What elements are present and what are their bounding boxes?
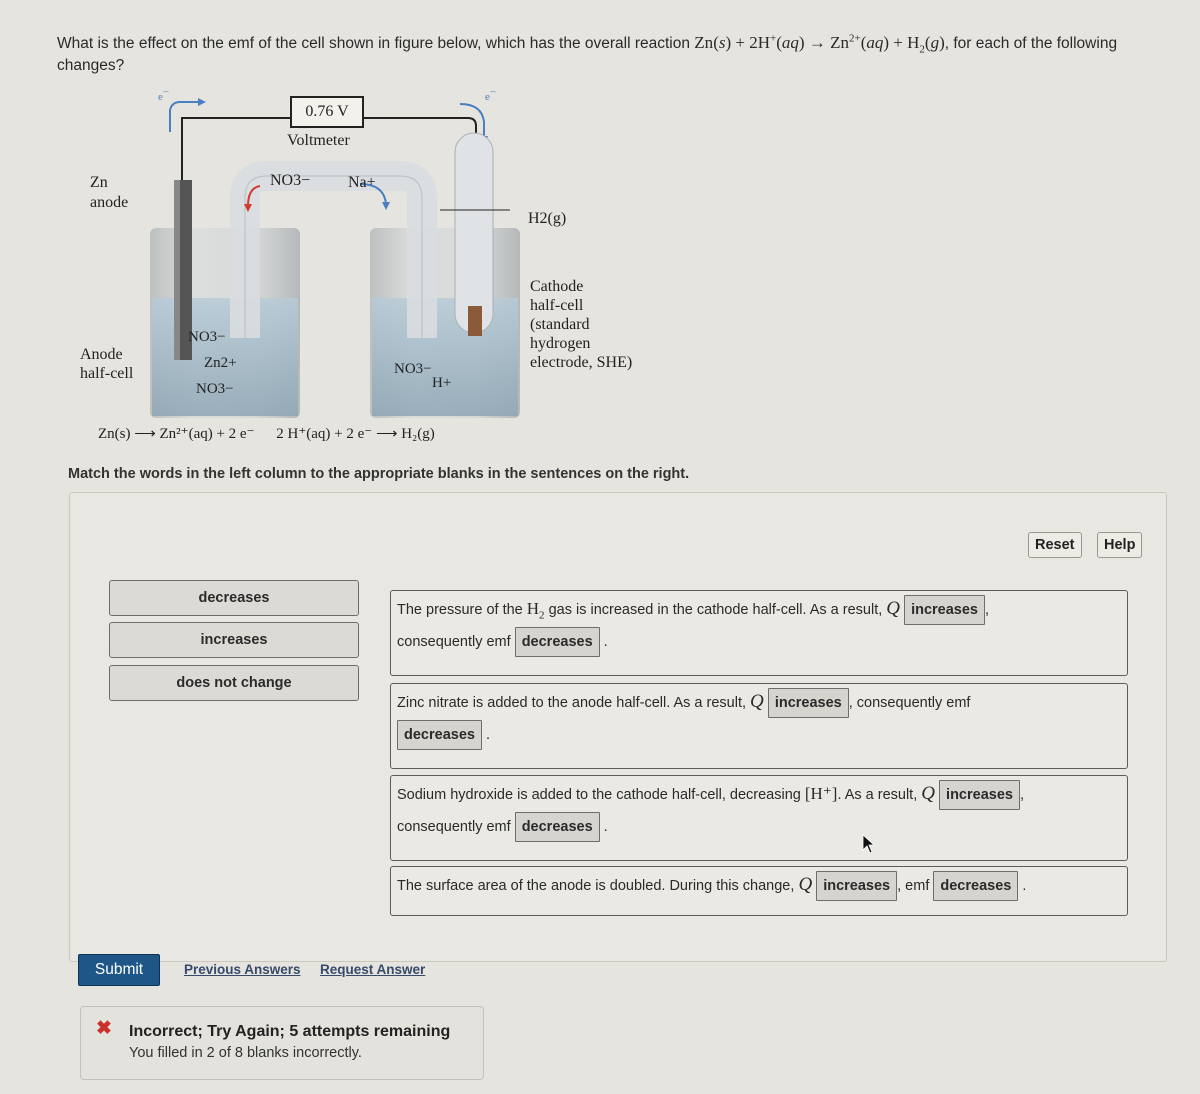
platinum-electrode — [468, 306, 482, 336]
feedback-detail: You filled in 2 of 8 blanks incorrectly. — [129, 1045, 362, 1061]
blank-3-emf[interactable]: decreases — [514, 812, 600, 843]
help-button[interactable]: Help — [1097, 532, 1143, 558]
blank-4-emf[interactable]: decreases — [933, 871, 1019, 902]
blank-3-q[interactable]: increases — [939, 780, 1020, 811]
request-answer-link[interactable]: Request Answer — [320, 962, 425, 977]
feedback-box: ✖ Incorrect; Try Again; 5 attempts remai… — [80, 1006, 484, 1080]
galvanic-cell-figure: 0.76 V Voltmeter e− e− Zn anode NO3− Na+… — [70, 86, 670, 418]
voltmeter-label: Voltmeter — [287, 132, 350, 149]
electron-label-left: e− — [158, 86, 170, 103]
sentence-4: The surface area of the anode is doubled… — [390, 866, 1128, 916]
blank-2-emf[interactable]: decreases — [397, 720, 482, 751]
anode-half-reaction: Zn(s) ⟶ Zn²⁺(aq) + 2 e⁻ — [98, 426, 255, 442]
cathode-half-reaction: 2 H⁺(aq) + 2 e⁻ ⟶ H₂(g) — [276, 426, 435, 442]
question-text: What is the effect on the emf of the cel… — [57, 32, 1177, 77]
word-tile-does-not-change[interactable]: does not change — [109, 665, 359, 701]
zn-label: Zn — [90, 174, 108, 191]
cathode-label-3: (standard — [530, 316, 590, 333]
cathode-label-4: hydrogen — [530, 335, 591, 352]
blank-4-q[interactable]: increases — [816, 871, 898, 902]
cathode-ion-nitrate: NO3− — [394, 361, 432, 377]
voltmeter-reading: 0.76 V — [290, 96, 364, 128]
h2-gas-label: H2(g) — [528, 210, 567, 227]
anode-label: anode — [90, 194, 129, 211]
instruction-text: Match the words in the left column to th… — [68, 466, 690, 482]
electron-label-right: e− — [485, 86, 497, 103]
salt-bridge-anion: NO3− — [270, 172, 311, 189]
cathode-label-5: electrode, SHE) — [530, 354, 633, 371]
blank-2-q[interactable]: increases — [767, 688, 849, 719]
anode-ion-nitrate-2: NO3− — [196, 381, 234, 397]
word-tile-decreases[interactable]: decreases — [109, 580, 359, 616]
reset-button[interactable]: Reset — [1028, 532, 1082, 558]
sentence-2: Zinc nitrate is added to the anode half-… — [390, 683, 1128, 769]
sentence-1: The pressure of the H2 gas is increased … — [390, 590, 1128, 676]
cathode-label-2: half-cell — [530, 297, 584, 314]
blank-1-q[interactable]: increases — [904, 595, 985, 626]
incorrect-x-icon: ✖ — [96, 1018, 112, 1039]
anode-halfcell-label-1: Anode — [80, 346, 123, 363]
submit-button[interactable]: Submit — [78, 954, 160, 986]
cathode-label-1: Cathode — [530, 278, 584, 295]
word-tile-increases[interactable]: increases — [109, 622, 359, 658]
mouse-cursor-icon — [862, 834, 876, 854]
cathode-ion-hydrogen: H+ — [432, 375, 452, 391]
feedback-title: Incorrect; Try Again; 5 attempts remaini… — [129, 1023, 451, 1040]
anode-ion-nitrate-1: NO3− — [188, 329, 226, 345]
sentence-3: Sodium hydroxide is added to the cathode… — [390, 775, 1128, 861]
anode-ion-zinc: Zn2+ — [204, 355, 237, 371]
half-reactions: Zn(s) ⟶ Zn²⁺(aq) + 2 e⁻ 2 H⁺(aq) + 2 e⁻ … — [98, 424, 453, 443]
salt-bridge-cation: Na+ — [348, 174, 376, 191]
overall-reaction: Zn(s) + 2H+(aq) → Zn2+(aq) + H2(g) — [694, 32, 945, 56]
anode-halfcell-label-2: half-cell — [80, 365, 134, 382]
h2-tube — [454, 132, 494, 334]
previous-answers-link[interactable]: Previous Answers — [184, 962, 301, 977]
question-prefix: What is the effect on the emf of the cel… — [57, 35, 695, 52]
blank-1-emf[interactable]: decreases — [514, 627, 600, 658]
